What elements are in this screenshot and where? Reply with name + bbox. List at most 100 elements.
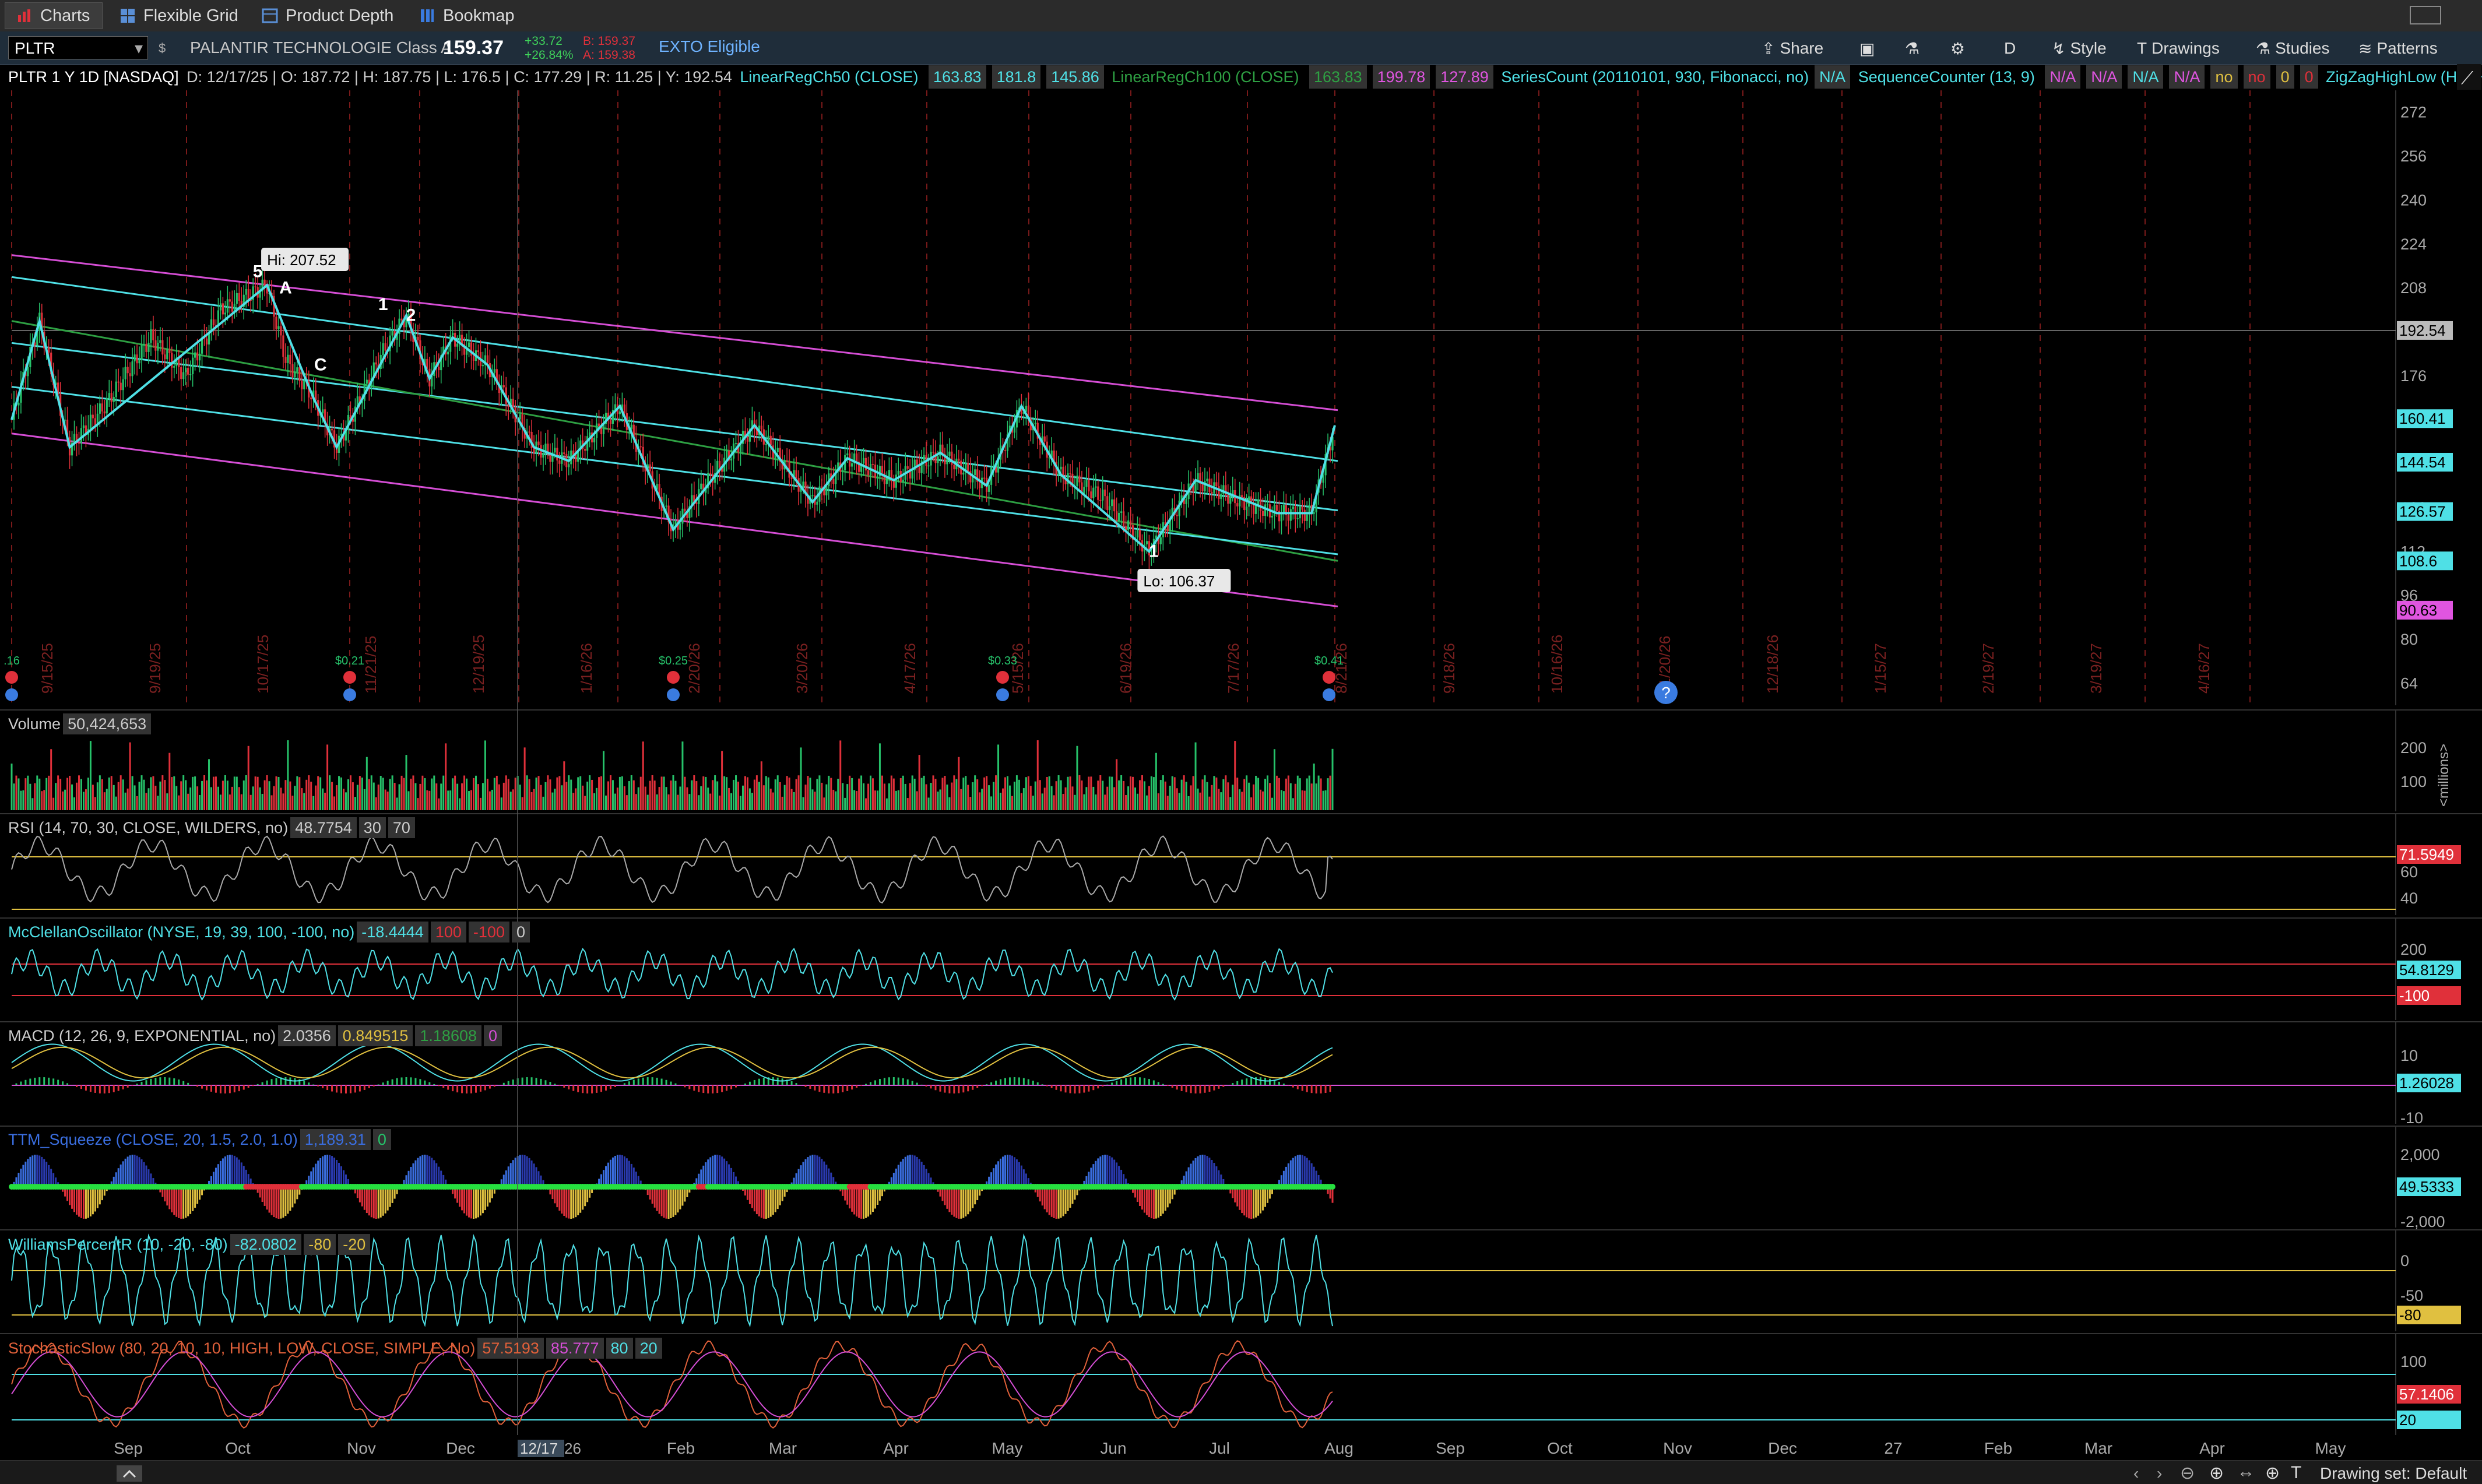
macd-histogram-bar (1008, 1077, 1011, 1085)
volume-bar (1173, 777, 1176, 810)
volume-bar (322, 788, 324, 810)
zoom-out-icon[interactable]: ⊖ (2180, 1463, 2195, 1483)
candle-body (832, 479, 835, 484)
volume-bar (317, 776, 319, 810)
candle-body (967, 463, 969, 472)
candle-body (1275, 505, 1278, 511)
macd-histogram-bar (540, 1078, 542, 1085)
candle-body (78, 442, 80, 444)
volume-bar (438, 798, 440, 810)
chart-canvas[interactable]: 2722562402242081921761601441281129680649… (0, 0, 2482, 1484)
volume-bar (1132, 776, 1134, 810)
candle-body (1287, 515, 1289, 521)
ttm-histogram-bar (1150, 1187, 1152, 1219)
candle-body (953, 465, 955, 470)
volume-bar (124, 792, 126, 810)
volume-bar (874, 790, 876, 810)
candle-body (212, 319, 215, 325)
candle-body (180, 367, 182, 379)
ttm-histogram-bar (558, 1187, 561, 1211)
volume-bar (219, 794, 222, 810)
collapse-icon[interactable] (117, 1465, 142, 1482)
zoom-in-icon[interactable]: ⊕ (2209, 1463, 2224, 1483)
volume-bar (835, 791, 837, 810)
macd-histogram-bar (122, 1085, 124, 1089)
wave-label: 2 (406, 306, 416, 325)
macd-histogram-bar (544, 1080, 547, 1085)
pan-icon[interactable]: ⇔ (2237, 1463, 2255, 1483)
ttm-histogram-bar (182, 1187, 185, 1219)
volume-bar (73, 797, 76, 810)
candle-body (275, 317, 277, 329)
scroll-left-icon[interactable]: ‹ (2133, 1464, 2139, 1483)
ttm-histogram-bar (1006, 1155, 1008, 1187)
volume-bar (228, 794, 231, 810)
volume-bar (500, 797, 502, 810)
drawing-set-label[interactable]: Drawing set: Default (2320, 1464, 2467, 1483)
date-marker-label: 1/15/27 (1872, 643, 1889, 694)
candle-body (597, 423, 600, 427)
volume-bar (677, 794, 679, 810)
volume-bar (1255, 775, 1257, 810)
volume-bar (245, 775, 247, 810)
volume-bar (1141, 775, 1143, 810)
candle-body (1289, 509, 1292, 521)
volume-bar (1243, 779, 1246, 810)
ttm-histogram-bar (767, 1187, 769, 1218)
candle-body (447, 351, 449, 355)
text-tool-icon[interactable]: T (2291, 1463, 2301, 1483)
ttm-histogram-bar (1213, 1163, 1215, 1187)
ttm-histogram-bar (1148, 1187, 1150, 1218)
date-marker-label: 12/18/26 (1764, 635, 1781, 694)
macd-histogram-bar (614, 1085, 616, 1087)
candle-body (99, 403, 101, 414)
macd-histogram-bar (1260, 1077, 1262, 1085)
ttm-histogram-bar (1255, 1187, 1257, 1218)
macd-histogram-bar (906, 1079, 909, 1085)
volume-bar (417, 798, 419, 810)
ttm-histogram-bar (126, 1156, 129, 1187)
macd-histogram-bar (1324, 1085, 1327, 1093)
ttm-histogram-bar (512, 1160, 514, 1187)
ttm-histogram-bar (702, 1165, 705, 1187)
volume-bar (930, 783, 932, 810)
macd-axis-label: 10 (2400, 1047, 2418, 1064)
macd-histogram-bar (1138, 1077, 1141, 1085)
volume-bar (201, 780, 203, 810)
macd-histogram-bar (651, 1077, 653, 1085)
volume-bar (50, 749, 52, 810)
volume-bar (616, 787, 618, 810)
volume-bar (686, 787, 688, 810)
macd-histogram-bar (326, 1085, 329, 1091)
ttm-axis-label: -2,000 (2400, 1213, 2445, 1230)
time-axis-label: Oct (1547, 1439, 1573, 1457)
candle-body (821, 486, 823, 488)
macd-histogram-bar (744, 1083, 746, 1085)
ttm-histogram-bar (319, 1158, 322, 1187)
volume-bar (730, 793, 733, 810)
candle-body (1264, 504, 1267, 516)
macd-histogram-bar (145, 1080, 147, 1085)
volume-bar (628, 781, 630, 810)
candle-body (315, 390, 317, 400)
volume-bar (291, 796, 294, 810)
ttm-histogram-bar (94, 1187, 96, 1212)
volume-bar (849, 775, 851, 810)
volume-bar (194, 776, 196, 810)
scroll-right-icon[interactable]: › (2157, 1464, 2162, 1483)
crosshair-icon[interactable]: ⊕ (2265, 1463, 2280, 1483)
dividend-icon (1323, 688, 1335, 701)
price-axis-label: 64 (2400, 674, 2418, 692)
candle-body (48, 347, 50, 353)
volume-bar (433, 775, 435, 810)
macd-histogram-bar (377, 1084, 379, 1085)
volume-bar (1057, 775, 1060, 810)
candle-body (825, 486, 828, 495)
ttm-histogram-bar (807, 1157, 809, 1187)
ttm-histogram-bar (776, 1187, 779, 1209)
candle-body (382, 343, 384, 355)
volume-bar (990, 796, 993, 810)
volume-bar (289, 781, 291, 810)
volume-bar (878, 743, 881, 810)
williams-axis-label: 0 (2400, 1252, 2409, 1270)
